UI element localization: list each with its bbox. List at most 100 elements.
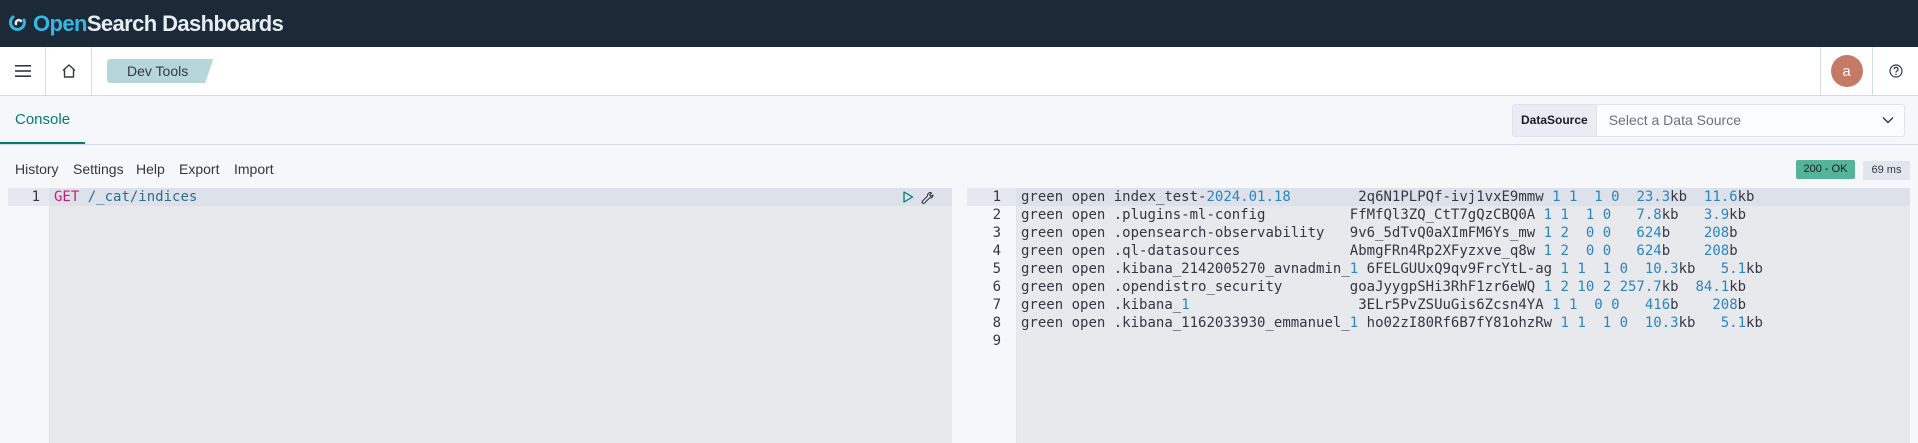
request-line[interactable]: GET /_cat/indices [50,188,952,206]
store-size: 257.7 [1619,279,1662,295]
primary-store-size: 5.1 [1703,261,1747,277]
user-menu[interactable]: a [1820,47,1872,95]
docs-deleted: 0 [1602,207,1612,223]
index-health: green [1021,243,1064,259]
breadcrumb-dev-tools[interactable]: Dev Tools [107,59,213,83]
response-line[interactable]: green open .plugins-ml-config FfMfQl3ZQ_… [1017,206,1910,224]
home-icon [62,64,75,78]
replica-shards: 1 [1568,297,1578,313]
store-size: 10.3 [1636,261,1679,277]
menu-import[interactable]: Import [234,161,274,177]
datasource-picker[interactable]: DataSource Select a Data Source [1512,104,1905,137]
response-viewer[interactable]: 123456789 green open index_test-2024.01.… [967,188,1910,443]
index-status: open [1071,207,1106,223]
index-uuid: 3ELr5PvZSUuGis6Zcsn4YA [1358,297,1544,313]
index-name: .kibana_ [1113,297,1182,313]
replica-shards: 2 [1560,243,1569,259]
line-number: 6 [992,279,1001,295]
index-uuid: AbmgFRn4Rp2XFyzxve_q8w [1349,243,1536,259]
store-size: 416 [1628,297,1671,313]
response-line[interactable]: green open .kibana_1 3ELr5PvZSUuGis6Zcsn… [1017,296,1910,314]
opensearch-logo-icon [8,15,26,31]
index-status: open [1071,243,1106,259]
wrench-icon[interactable] [920,190,936,206]
status-badge: 200 - OK [1796,160,1855,179]
index-name: index_test- [1113,189,1207,205]
avatar[interactable]: a [1830,55,1863,87]
index-uuid: goaJyygpSHi3RhF1zr6eWQ [1349,279,1536,295]
store-size: 10.3 [1636,315,1679,331]
home-button[interactable] [46,47,92,95]
menu-export[interactable]: Export [179,161,219,177]
datasource-placeholder: Select a Data Source [1608,112,1741,128]
line-number: 5 [992,261,1001,277]
primary-shards: 1 [1543,279,1553,295]
docs-count: 0 [1577,225,1595,241]
column-padding [1240,243,1341,259]
menu-help[interactable]: Help [136,161,165,177]
docs-deleted: 0 [1602,225,1612,241]
response-code[interactable]: green open index_test-2024.01.18 2q6N1PL… [1017,188,1910,350]
menu-history[interactable]: History [15,161,59,177]
docs-deleted: 0 [1619,315,1628,331]
primary-store-size: 5.1 [1703,315,1747,331]
docs-deleted: 0 [1611,189,1620,205]
response-line[interactable] [1017,332,1910,350]
line-number: 1 [8,188,49,206]
docs-count: 0 [1585,297,1603,313]
index-status: open [1071,297,1106,313]
replica-shards: 2 [1560,279,1569,295]
primary-store-size-unit: kb [1746,261,1763,277]
request-path: /_cat/indices [87,189,198,205]
index-name: .ql-datasources [1113,243,1241,259]
response-line[interactable]: green open .opensearch-observability 9v6… [1017,224,1910,242]
index-status: open [1071,279,1106,295]
response-line[interactable]: green open .kibana_2142005270_avnadmin_1… [1017,260,1910,278]
opensearch-dashboards-logo[interactable]: OpenSearch Dashboards [8,10,284,37]
request-editor[interactable]: 1 GET /_cat/indices [8,188,952,443]
datasource-select[interactable]: Select a Data Source [1597,105,1904,136]
index-name-number: 1 [1349,261,1359,277]
docs-count: 1 [1577,207,1595,223]
store-size: 624 [1619,225,1662,241]
primary-store-size: 208 [1678,243,1730,259]
index-name: .kibana_1162033930_emmanuel_ [1113,315,1350,331]
docs-deleted: 0 [1611,297,1620,313]
replica-shards: 1 [1568,189,1578,205]
primary-shards: 1 [1543,225,1553,241]
help-button[interactable] [1872,47,1918,95]
menu-button[interactable] [0,47,46,95]
index-name: .opensearch-observability [1113,225,1325,241]
primary-store-size-unit: kb [1729,279,1747,295]
play-icon[interactable] [901,190,915,204]
index-name-number: 2024.01.18 [1206,189,1291,205]
line-number: 4 [992,243,1001,259]
index-name: .plugins-ml-config [1113,207,1266,223]
response-line[interactable]: green open .kibana_1162033930_emmanuel_1… [1017,314,1910,332]
replica-shards: 1 [1560,207,1569,223]
index-status: open [1071,261,1106,277]
header-bar: Dev Tools a [0,47,1918,96]
index-uuid: FfMfQl3ZQ_CtT7gQzCBQ0A [1349,207,1536,223]
request-code[interactable]: GET /_cat/indices [50,188,952,206]
column-padding [1291,189,1350,205]
index-health: green [1021,261,1064,277]
tab-console[interactable]: Console [0,96,86,144]
http-method: GET [54,189,80,205]
primary-store-size-unit: kb [1729,207,1747,223]
store-size: 23.3 [1628,189,1671,205]
brand-name: OpenSearch Dashboards [33,10,284,36]
index-health: green [1021,315,1064,331]
response-time-badge: 69 ms [1863,161,1910,180]
response-line[interactable]: green open .ql-datasources AbmgFRn4Rp2XF… [1017,242,1910,260]
index-status: open [1071,225,1106,241]
primary-shards: 1 [1552,297,1561,313]
response-line[interactable]: green open index_test-2024.01.18 2q6N1PL… [1017,188,1910,206]
response-line[interactable]: green open .opendistro_security goaJyygp… [1017,278,1910,296]
console-menu: History Settings Help Export Import [0,145,1918,188]
replica-shards: 1 [1577,315,1586,331]
store-size-unit: b [1661,225,1671,241]
primary-store-size-unit: kb [1737,189,1755,205]
menu-settings[interactable]: Settings [73,161,124,177]
primary-shards: 1 [1560,261,1569,277]
